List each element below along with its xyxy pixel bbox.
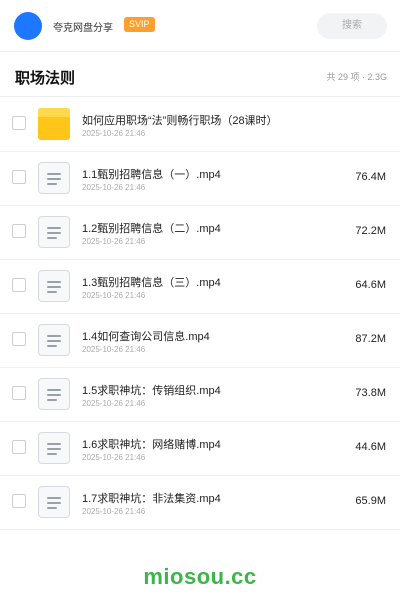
- file-icon: [38, 432, 70, 464]
- file-size: 64.6M: [355, 279, 386, 291]
- svip-badge: SVIP: [124, 17, 155, 32]
- file-icon: [38, 270, 70, 302]
- file-size: 87.2M: [355, 333, 386, 345]
- file-date: 2025-10-26 21:46: [82, 129, 146, 138]
- file-name: 1.6求职神坑：网络赌博.mp4: [82, 439, 221, 451]
- file-name: 1.7求职神坑：非法集资.mp4: [82, 493, 221, 505]
- top-bar: 夸克网盘分享 SVIP 搜索: [0, 0, 400, 52]
- list-item[interactable]: 1.6求职神坑：网络赌博.mp4 2025-10-26 21:46 44.6M: [0, 422, 400, 476]
- file-size: 73.8M: [355, 387, 386, 399]
- file-date: 2025-10-26 21:46: [82, 237, 146, 246]
- file-icon: [38, 162, 70, 194]
- file-name: 如何应用职场“法”则畅行职场（28课时）: [82, 115, 278, 127]
- file-name: 1.1甄别招聘信息（一）.mp4: [82, 169, 221, 181]
- row-checkbox[interactable]: [12, 494, 26, 508]
- file-size: 65.9M: [355, 495, 386, 507]
- row-checkbox[interactable]: [12, 386, 26, 400]
- row-checkbox[interactable]: [12, 332, 26, 346]
- file-list: 如何应用职场“法”则畅行职场（28课时） 2025-10-26 21:46 1.…: [0, 98, 400, 530]
- file-size: 76.4M: [355, 171, 386, 183]
- row-checkbox[interactable]: [12, 116, 26, 130]
- file-date: 2025-10-26 21:46: [82, 291, 146, 300]
- file-icon: [38, 324, 70, 356]
- file-name: 1.2甄别招聘信息（二）.mp4: [82, 223, 221, 235]
- file-name: 1.4如何查询公司信息.mp4: [82, 331, 210, 343]
- file-size: 44.6M: [355, 441, 386, 453]
- brand-name: 夸克网盘分享: [53, 23, 113, 34]
- file-name: 1.3甄别招聘信息（三）.mp4: [82, 277, 221, 289]
- file-date: 2025-10-26 21:46: [82, 183, 146, 192]
- file-date: 2025-10-26 21:46: [82, 507, 146, 516]
- file-icon: [38, 216, 70, 248]
- list-item[interactable]: 1.4如何查询公司信息.mp4 2025-10-26 21:46 87.2M: [0, 314, 400, 368]
- folder-header: 职场法则 共 29 项 · 2.3G: [0, 53, 400, 97]
- file-icon: [38, 378, 70, 410]
- list-item[interactable]: 1.3甄别招聘信息（三）.mp4 2025-10-26 21:46 64.6M: [0, 260, 400, 314]
- file-icon: [38, 486, 70, 518]
- row-checkbox[interactable]: [12, 170, 26, 184]
- list-item[interactable]: 1.5求职神坑：传销组织.mp4 2025-10-26 21:46 73.8M: [0, 368, 400, 422]
- list-item[interactable]: 1.7求职神坑：非法集资.mp4 2025-10-26 21:46 65.9M: [0, 476, 400, 530]
- file-name: 1.5求职神坑：传销组织.mp4: [82, 385, 221, 397]
- row-checkbox[interactable]: [12, 224, 26, 238]
- watermark-text: miosou.cc: [143, 564, 257, 589]
- file-date: 2025-10-26 21:46: [82, 399, 146, 408]
- file-date: 2025-10-26 21:46: [82, 345, 146, 354]
- avatar[interactable]: [14, 12, 42, 40]
- file-date: 2025-10-26 21:46: [82, 453, 146, 462]
- page-title: 职场法则: [15, 70, 76, 87]
- file-size: 72.2M: [355, 225, 386, 237]
- search-input[interactable]: 搜索: [317, 13, 387, 39]
- row-checkbox[interactable]: [12, 278, 26, 292]
- list-item-folder[interactable]: 如何应用职场“法”则畅行职场（28课时） 2025-10-26 21:46: [0, 98, 400, 152]
- list-item[interactable]: 1.2甄别招聘信息（二）.mp4 2025-10-26 21:46 72.2M: [0, 206, 400, 260]
- list-item[interactable]: 1.1甄别招聘信息（一）.mp4 2025-10-26 21:46 76.4M: [0, 152, 400, 206]
- row-checkbox[interactable]: [12, 440, 26, 454]
- folder-icon: [38, 108, 70, 140]
- item-summary: 共 29 项 · 2.3G: [326, 72, 387, 82]
